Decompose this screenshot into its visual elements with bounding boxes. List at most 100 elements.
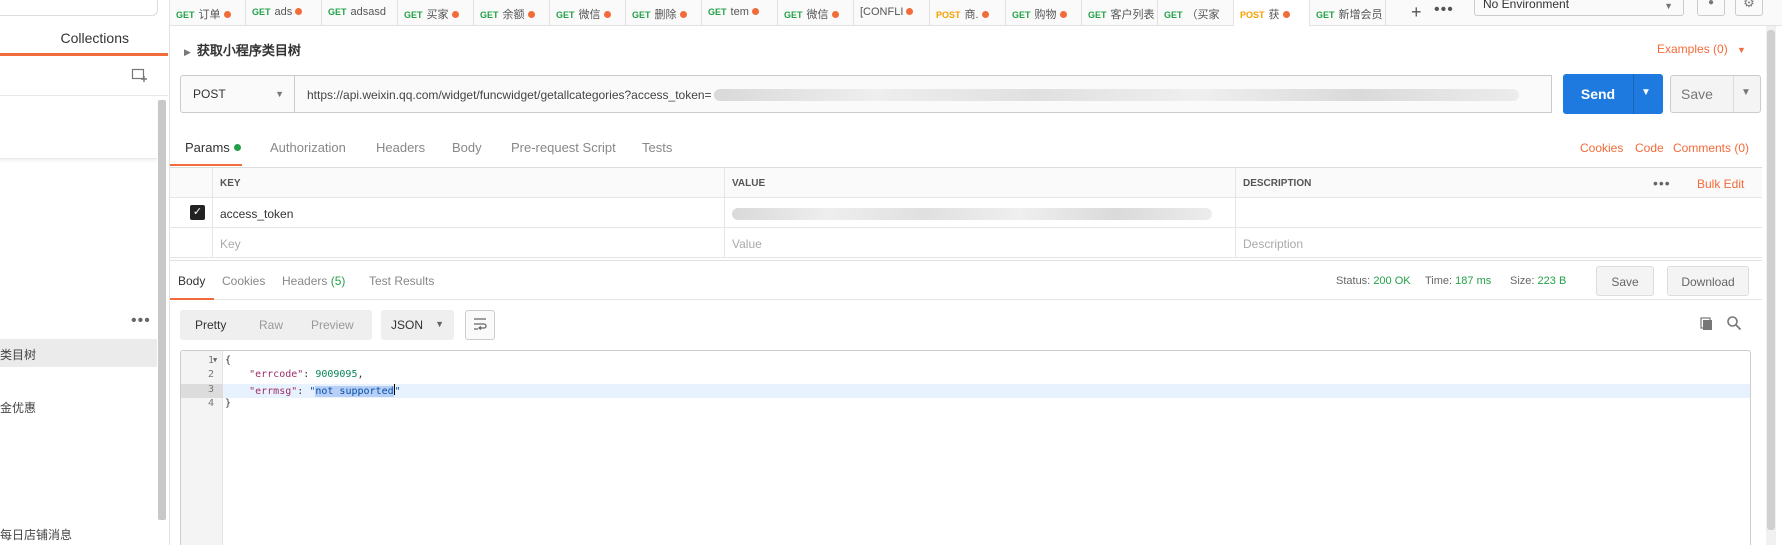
- code-link[interactable]: Code: [1635, 141, 1664, 155]
- tab-response-cookies[interactable]: Cookies: [222, 274, 265, 288]
- format-raw[interactable]: Raw: [259, 318, 283, 332]
- tab-pre-request-script[interactable]: Pre-request Script: [511, 140, 616, 155]
- tab-authorization[interactable]: Authorization: [270, 140, 346, 155]
- tab-name: 删除: [654, 9, 677, 21]
- sidebar-search-input[interactable]: [0, 0, 158, 16]
- url-input[interactable]: https://api.weixin.qq.com/widget/funcwid…: [295, 75, 1552, 113]
- request-tab[interactable]: GET ads: [246, 0, 322, 26]
- main-scrollbar[interactable]: [1766, 26, 1776, 545]
- request-tab[interactable]: [CONFLI: [854, 0, 930, 26]
- tab-method: GET: [1316, 10, 1335, 20]
- fold-arrow-icon[interactable]: ▼: [213, 356, 217, 364]
- sidebar-item[interactable]: 金优惠: [0, 392, 157, 420]
- scrollbar-thumb[interactable]: [1767, 30, 1775, 530]
- time-label: Time:: [1425, 275, 1453, 287]
- copy-icon[interactable]: [1699, 316, 1715, 332]
- value-input[interactable]: Value: [724, 228, 1235, 257]
- request-tab[interactable]: GET （买家: [1158, 0, 1234, 26]
- tab-collections[interactable]: Collections: [0, 22, 168, 56]
- tab-response-headers[interactable]: Headers (5): [282, 274, 345, 288]
- tab-response-body[interactable]: Body: [178, 274, 205, 288]
- request-tab[interactable]: GET 微信: [778, 0, 854, 26]
- new-tab-plus-icon[interactable]: +: [1411, 2, 1422, 23]
- download-button[interactable]: Download: [1667, 266, 1749, 296]
- tab-headers[interactable]: Headers: [376, 140, 425, 155]
- unsaved-dot: [679, 11, 687, 18]
- table-row-empty: Key Value Description: [170, 228, 1762, 258]
- status-readout: Status: 200 OK: [1336, 275, 1411, 287]
- param-key-field[interactable]: access_token: [212, 198, 724, 227]
- request-tab[interactable]: GET adsasd: [322, 0, 398, 26]
- response-body-editor[interactable]: 1 ▼ 2 3 4 { "errcode": 9009095, "errmsg"…: [180, 350, 1751, 545]
- format-preview[interactable]: Preview: [311, 318, 354, 332]
- request-tab[interactable]: GET 删除: [626, 0, 702, 26]
- sidebar-card: [0, 97, 157, 159]
- settings-gear-icon[interactable]: ⚙: [1735, 0, 1763, 16]
- time-readout: Time: 187 ms: [1425, 275, 1491, 287]
- request-tab[interactable]: GET 买家: [398, 0, 474, 26]
- param-description-field[interactable]: [1235, 198, 1762, 227]
- tab-more-icon[interactable]: •••: [1434, 1, 1454, 19]
- comments-link[interactable]: Comments (0): [1673, 141, 1749, 155]
- tab-method: GET: [1088, 10, 1107, 20]
- tab-method: GET: [632, 10, 651, 20]
- tab-method: GET: [556, 10, 575, 20]
- request-tab-active[interactable]: POST 获: [1234, 0, 1310, 26]
- wrap-lines-icon[interactable]: [465, 310, 495, 340]
- divider: [1633, 74, 1634, 114]
- status-dot: [233, 144, 241, 151]
- cookies-link[interactable]: Cookies: [1580, 141, 1623, 155]
- request-tab[interactable]: GET tem: [702, 0, 778, 26]
- sidebar-item[interactable]: 类目树: [0, 339, 157, 367]
- tab-body[interactable]: Body: [452, 140, 482, 155]
- language-select[interactable]: JSON ▼: [381, 310, 454, 340]
- request-tab[interactable]: GET 新增会员: [1310, 0, 1386, 26]
- sidebar-scrollbar[interactable]: [158, 100, 166, 520]
- tab-method: GET: [1012, 10, 1031, 20]
- unsaved-dot: [527, 11, 535, 18]
- request-name[interactable]: ▶ 获取小程序类目树: [184, 40, 301, 59]
- environment-eye-icon[interactable]: ●: [1697, 0, 1725, 16]
- more-options-icon[interactable]: •••: [1653, 175, 1671, 191]
- tab-params[interactable]: Params: [185, 140, 241, 155]
- unsaved-dot: [451, 11, 459, 18]
- tab-name: 购物: [1034, 9, 1057, 21]
- tab-name: 新增会员: [1338, 9, 1383, 21]
- checkbox-column-header: [170, 168, 212, 197]
- tab-name: ads: [274, 6, 293, 18]
- chevron-down-icon[interactable]: ▼: [1641, 87, 1651, 98]
- request-tab[interactable]: GET 微信: [550, 0, 626, 26]
- more-options-icon[interactable]: •••: [131, 312, 151, 330]
- enabled-checkbox[interactable]: ✓: [190, 205, 205, 220]
- description-input[interactable]: Description: [1235, 228, 1762, 257]
- tab-test-results[interactable]: Test Results: [369, 274, 434, 288]
- save-button[interactable]: Save ▼: [1670, 75, 1761, 113]
- request-tab[interactable]: POST 商.: [930, 0, 1006, 26]
- param-value-field[interactable]: [724, 198, 1235, 227]
- request-tab[interactable]: GET 余额: [474, 0, 550, 26]
- key-input[interactable]: Key: [212, 228, 724, 257]
- sidebar-item[interactable]: 每日店铺消息: [0, 519, 157, 545]
- chevron-down-icon[interactable]: ▼: [1741, 87, 1751, 98]
- format-pretty[interactable]: Pretty: [195, 318, 226, 332]
- divider: [1733, 76, 1734, 112]
- send-button[interactable]: Send ▼: [1563, 74, 1663, 114]
- unsaved-dot: [981, 11, 989, 18]
- method-label: POST: [193, 87, 226, 101]
- request-tab[interactable]: GET 客户列表: [1082, 0, 1158, 26]
- new-collection-icon[interactable]: [131, 67, 151, 87]
- examples-dropdown[interactable]: Examples (0) ▼: [1657, 42, 1746, 56]
- search-icon[interactable]: [1726, 315, 1744, 333]
- save-response-button[interactable]: Save: [1596, 266, 1654, 296]
- code-line: }: [225, 398, 232, 409]
- method-select[interactable]: POST ▼: [180, 75, 295, 113]
- request-tab[interactable]: GET 订单: [170, 0, 246, 26]
- status-value: 200 OK: [1373, 275, 1411, 287]
- request-tab[interactable]: GET 购物: [1006, 0, 1082, 26]
- format-toggle-group: Pretty Raw Preview: [180, 310, 372, 340]
- tab-tests[interactable]: Tests: [642, 140, 672, 155]
- response-bar: Body Cookies Headers (5) Test Results St…: [170, 260, 1762, 300]
- line-number: 2: [207, 369, 214, 380]
- environment-select[interactable]: No Environment ▼: [1474, 0, 1684, 16]
- bulk-edit-link[interactable]: Bulk Edit: [1697, 177, 1744, 191]
